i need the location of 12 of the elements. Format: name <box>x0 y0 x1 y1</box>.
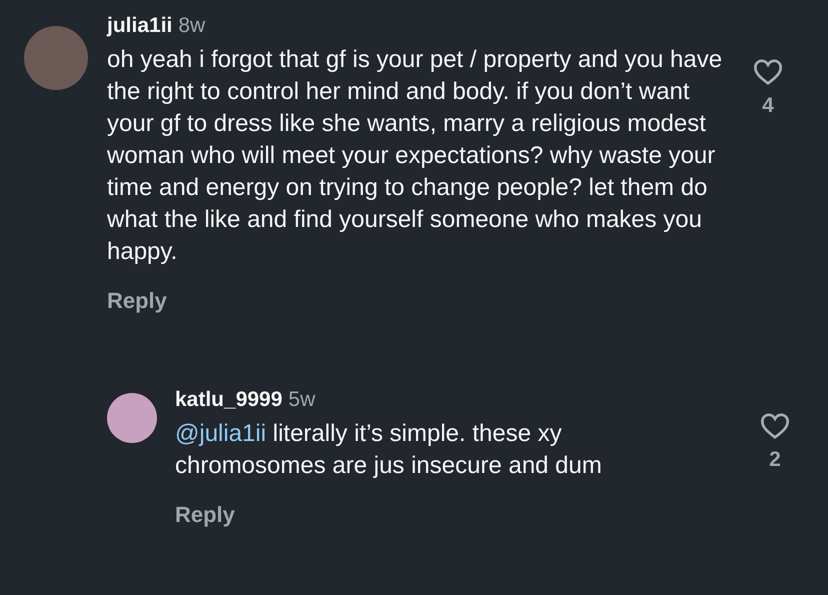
avatar-placeholder[interactable] <box>107 393 157 443</box>
like-count: 4 <box>762 94 774 118</box>
comment-text: oh yeah i forgot that gf is your pet / property and you have the right to control her mind and body. if you don’t want your gf to dress like she wants, marry a religious modest woman who will meet your expectations? why waste your time and energy on trying to change people? let them do what the like and find yourself someone who makes you happy. <box>107 45 724 267</box>
username[interactable]: julia1ii <box>107 14 172 38</box>
like-count: 2 <box>769 448 781 472</box>
reply-link[interactable]: Reply <box>107 288 167 314</box>
username[interactable]: katlu_9999 <box>175 388 282 412</box>
comment-text: @julia1ii literally it’s simple. these xy chromosomes are jus insecure and dum <box>175 419 603 481</box>
timestamp: 8w <box>178 14 206 38</box>
timestamp: 5w <box>288 388 316 412</box>
mention-link[interactable]: @julia1ii <box>175 420 266 447</box>
reply-link[interactable]: Reply <box>175 502 235 528</box>
